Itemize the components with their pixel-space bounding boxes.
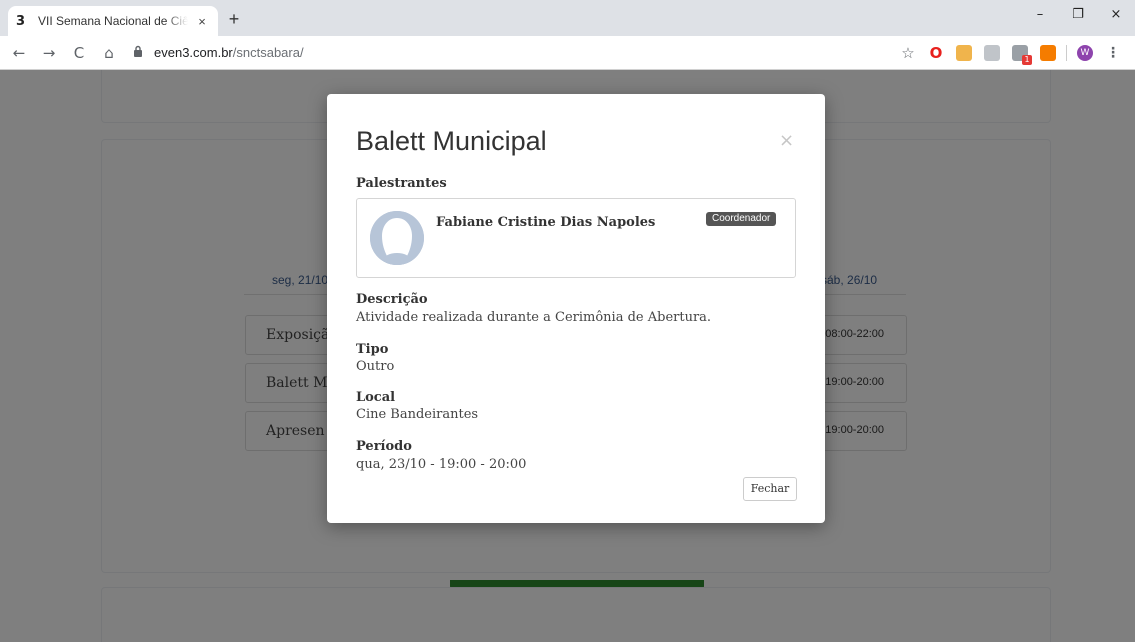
close-icon[interactable]: ×	[779, 130, 794, 151]
role-badge: Coordenador	[706, 212, 777, 226]
gray-extension-icon[interactable]	[984, 45, 1000, 61]
opera-extension-icon[interactable]: O	[928, 45, 944, 61]
home-icon[interactable]: ⌂	[98, 42, 120, 64]
description-label: Descrição	[356, 292, 428, 307]
new-tab-button[interactable]: +	[224, 9, 244, 29]
face-extension-icon[interactable]	[956, 45, 972, 61]
reload-icon[interactable]: C	[68, 42, 90, 64]
close-button[interactable]: Fechar	[743, 477, 797, 501]
avatar-placeholder-icon	[370, 211, 424, 265]
toolbar-separator	[1066, 45, 1067, 61]
tab-title: VII Semana Nacional de Ciência e Tecnolo…	[38, 14, 188, 28]
period-label: Período	[356, 439, 412, 454]
window-close-button[interactable]: ×	[1097, 0, 1135, 32]
type-label: Tipo	[356, 342, 389, 357]
speaker-name: Fabiane Cristine Dias Napoles	[436, 215, 656, 230]
back-icon[interactable]: ←	[8, 42, 30, 64]
orange-extension-icon[interactable]	[1040, 45, 1056, 61]
browser-tab-strip: 3 VII Semana Nacional de Ciência e Tecno…	[0, 0, 1135, 36]
location-value: Cine Bandeirantes	[356, 407, 479, 422]
url-path: /snctsabara/	[232, 45, 304, 60]
forward-icon[interactable]: →	[38, 42, 60, 64]
lock-icon	[130, 45, 146, 60]
speaker-card: Fabiane Cristine Dias Napoles Coordenado…	[356, 198, 796, 278]
profile-avatar-icon[interactable]: W	[1077, 45, 1093, 61]
browser-tab[interactable]: 3 VII Semana Nacional de Ciência e Tecno…	[8, 6, 218, 36]
bookmark-star-icon[interactable]: ☆	[900, 45, 916, 61]
restore-button[interactable]: ❐	[1059, 0, 1097, 32]
badge-extension-icon[interactable]	[1012, 45, 1032, 65]
browser-menu-icon[interactable]: ⋮	[1105, 45, 1121, 61]
extensions-area: ☆ O W ⋮	[894, 36, 1127, 70]
activity-modal: Balett Municipal × Palestrantes Fabiane …	[327, 94, 825, 523]
site-favicon-icon: 3	[16, 13, 26, 29]
tab-close-icon[interactable]: ×	[194, 14, 210, 29]
minimize-button[interactable]: –	[1021, 0, 1059, 32]
window-controls: – ❐ ×	[1021, 0, 1135, 36]
url-host: even3.com.br	[154, 45, 233, 60]
period-value: qua, 23/10 - 19:00 - 20:00	[356, 457, 527, 472]
address-bar[interactable]: even3.com.br/snctsabara/	[130, 39, 1010, 66]
description-value: Atividade realizada durante a Cerimônia …	[356, 310, 712, 325]
speakers-label: Palestrantes	[356, 176, 447, 191]
modal-title: Balett Municipal	[356, 126, 547, 156]
type-value: Outro	[356, 359, 395, 374]
location-label: Local	[356, 390, 396, 405]
